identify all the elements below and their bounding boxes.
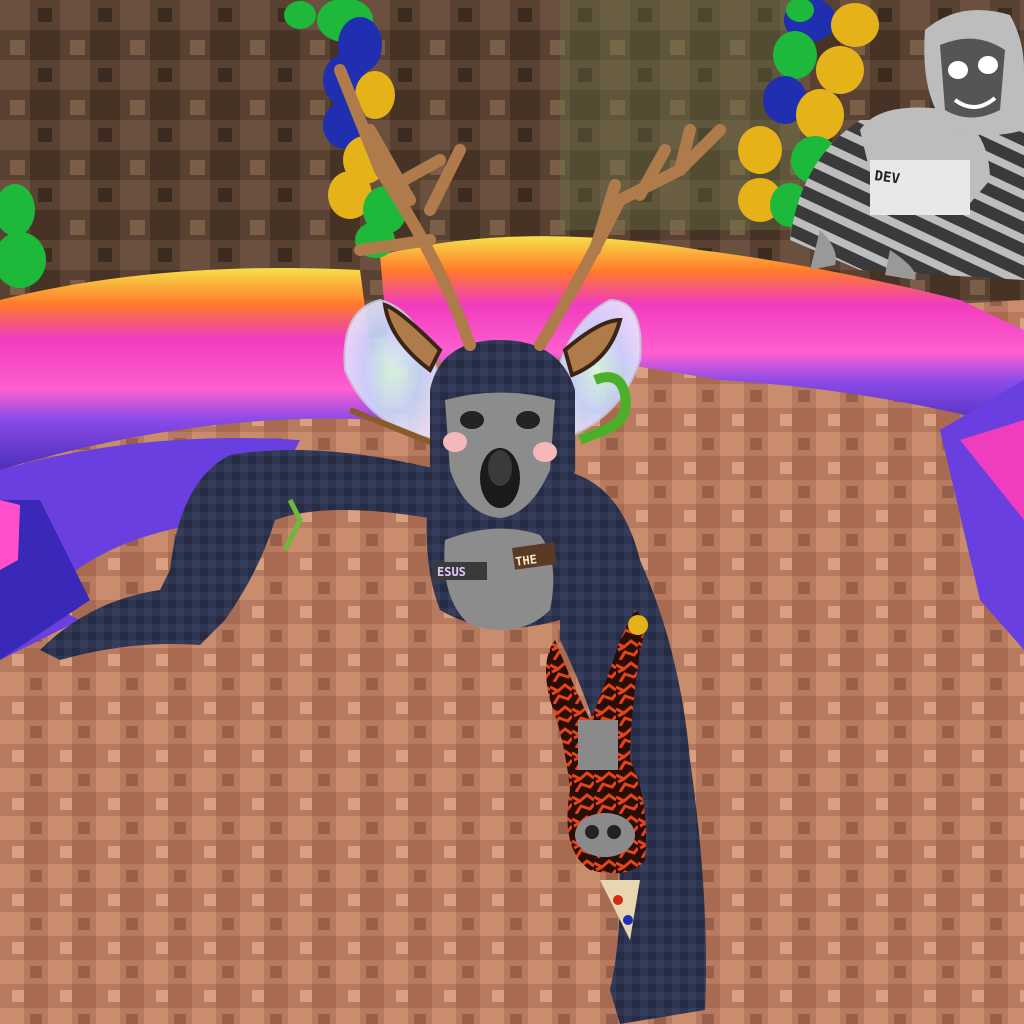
chest-badge-right: THE (514, 552, 537, 569)
blush-cheek-left (443, 432, 467, 452)
gorilla-eye-left (460, 411, 484, 429)
game-viewport: DEV ESUS THE (0, 0, 1024, 1024)
chest-badge-left: ESUS (437, 565, 466, 579)
blush-cheek-right (533, 442, 557, 462)
gorilla-eye-right (516, 411, 540, 429)
